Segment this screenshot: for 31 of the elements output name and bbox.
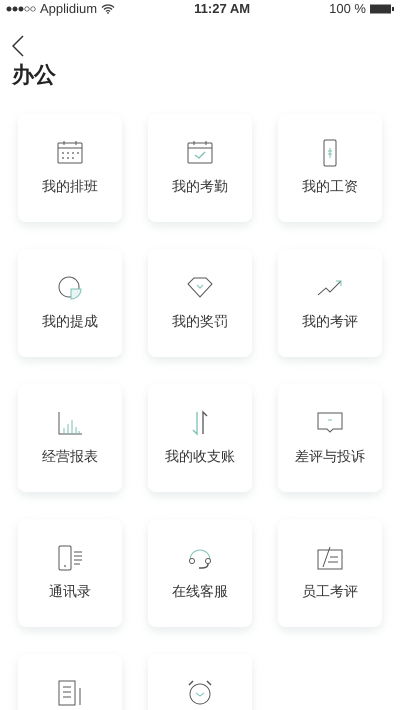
tile-label: 我的收支账 <box>165 447 235 466</box>
menu-tile[interactable]: 通讯录 <box>18 519 122 627</box>
battery-icon <box>370 4 394 14</box>
carrier-name: Applidium <box>40 0 98 18</box>
tile-label: 我的工资 <box>302 177 358 196</box>
menu-tile[interactable]: 我的收支账 <box>148 384 252 492</box>
tile-label: 经营报表 <box>42 447 98 466</box>
battery-percent: 100 % <box>329 0 366 18</box>
menu-tile[interactable]: 员工考评 <box>278 519 382 627</box>
menu-tile[interactable]: 我的工资 <box>278 114 382 222</box>
signal-icon <box>6 6 36 12</box>
tile-label: 我的排班 <box>42 177 98 196</box>
menu-tile[interactable]: 我的排班 <box>18 114 122 222</box>
menu-tile[interactable]: 经营报表 <box>18 384 122 492</box>
wifi-icon <box>101 4 116 14</box>
tile-label: 通讯录 <box>49 582 91 601</box>
menu-tile[interactable]: 我的提成 <box>18 249 122 357</box>
tile-label: 我的奖罚 <box>172 312 228 331</box>
tile-label: 我的考评 <box>302 312 358 331</box>
menu-tile[interactable]: 我的考评 <box>278 249 382 357</box>
menu-tile[interactable]: 在线客服 <box>148 519 252 627</box>
tile-label: 我的考勤 <box>172 177 228 196</box>
tile-label: 在线客服 <box>172 582 228 601</box>
page-title: 办公 <box>12 64 56 86</box>
menu-tile[interactable]: 我的考勤 <box>148 114 252 222</box>
tile-label: 我的提成 <box>42 312 98 331</box>
tile-label: 员工考评 <box>302 582 358 601</box>
menu-tile[interactable]: 差评与投诉 <box>278 384 382 492</box>
menu-tile[interactable]: 我的奖罚 <box>148 249 252 357</box>
clock-time: 11:27 AM <box>194 0 250 18</box>
tile-label: 差评与投诉 <box>295 447 365 466</box>
